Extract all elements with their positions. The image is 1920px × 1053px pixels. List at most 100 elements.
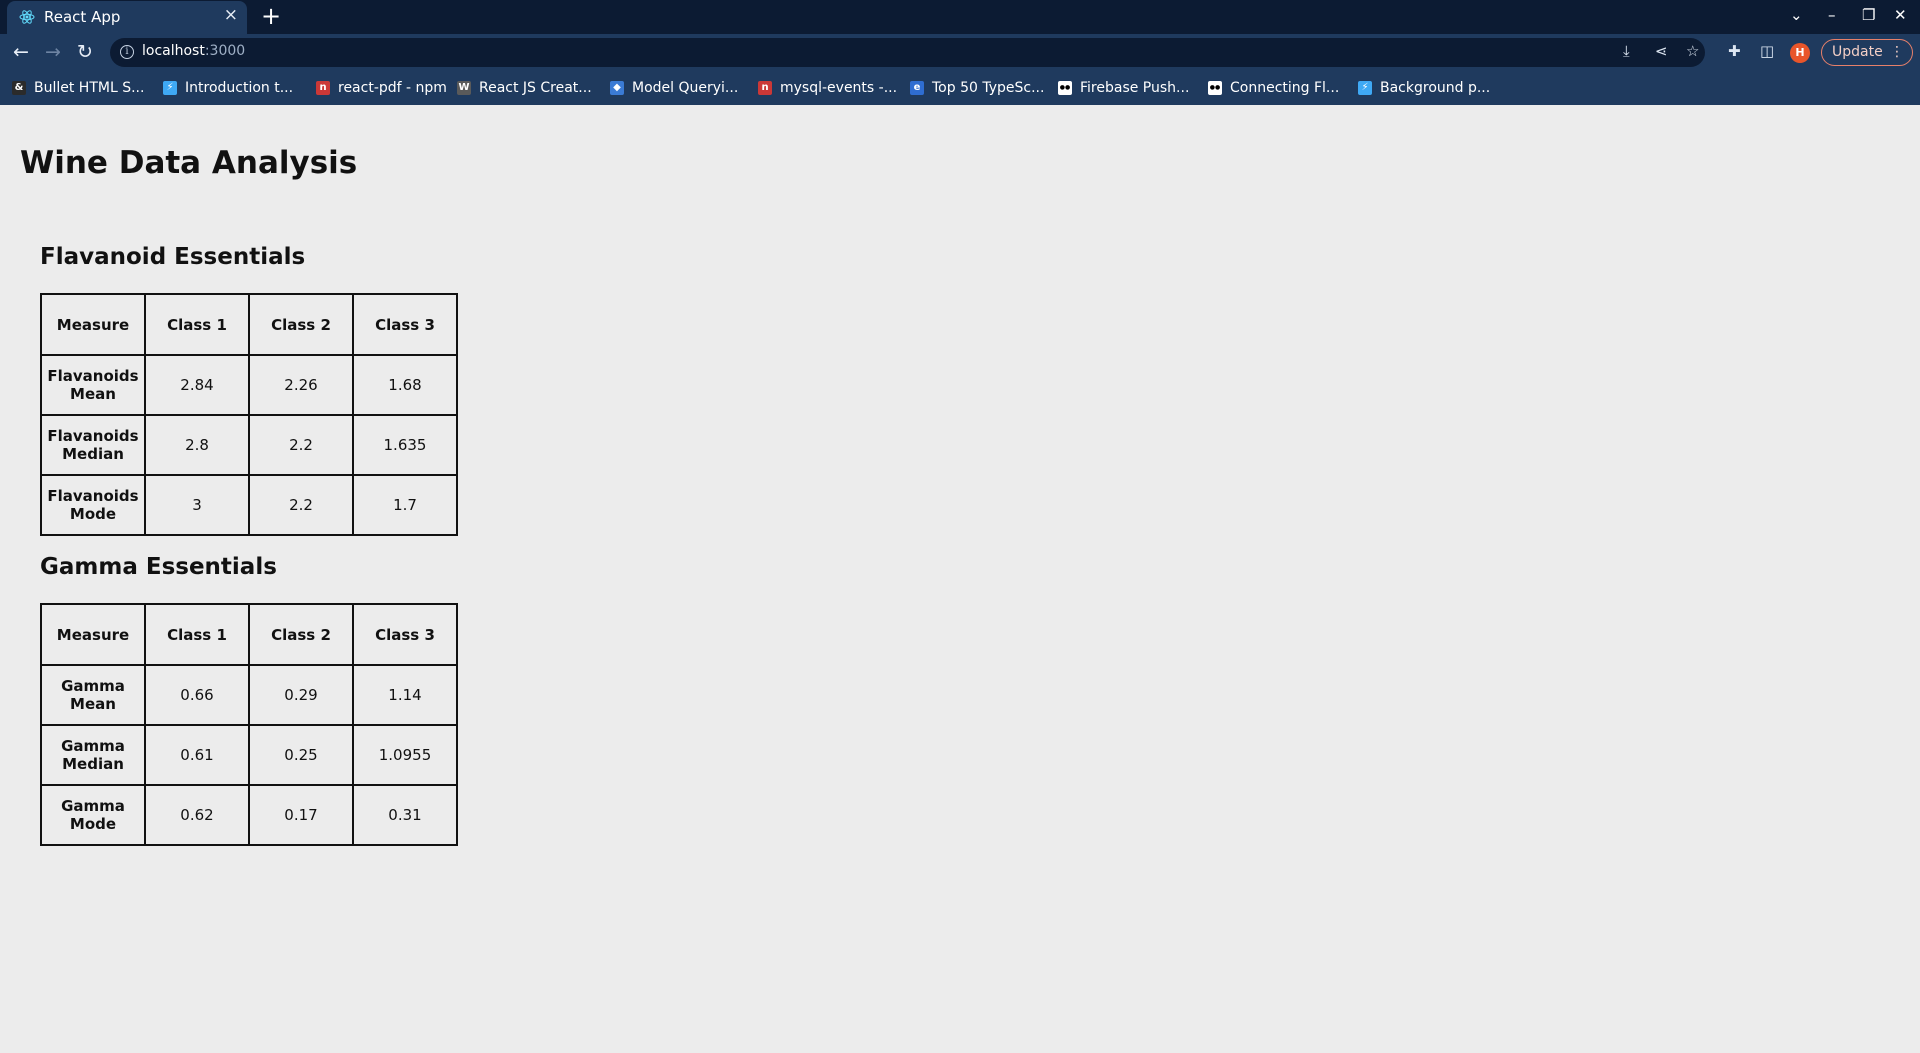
minimize-icon[interactable]: – [1828,6,1836,24]
table-row: Gamma Mode 0.62 0.17 0.31 [40,784,458,846]
medium-icon: ●● [1058,81,1072,95]
kebab-menu-icon[interactable]: ⋮ [1890,40,1904,65]
value-cell: 1.635 [352,414,458,476]
column-header: Measure [40,603,146,666]
measure-cell: Flavanoids Mode [40,474,146,536]
column-header: Class 3 [352,603,458,666]
update-label: Update [1832,44,1883,60]
site-info-icon[interactable]: i [120,45,134,59]
bookmark-label: Firebase Push... [1080,80,1190,96]
value-cell: 2.84 [144,354,250,416]
value-cell: 2.2 [248,414,354,476]
tab-search-chevron-icon[interactable]: ⌄ [1790,6,1803,24]
column-header: Class 3 [352,293,458,356]
generic-icon: & [12,81,26,95]
address-bar[interactable]: i localhost:3000 ⤓ ⋖ ☆ [110,38,1705,67]
page-title: Wine Data Analysis [20,145,358,181]
el-icon: e [910,81,924,95]
update-button[interactable]: Update ⋮ [1821,39,1913,66]
flutter-icon: ⚡ [163,81,177,95]
new-tab-icon[interactable]: + [261,2,281,30]
measure-cell: Gamma Median [40,724,146,786]
value-cell: 0.66 [144,664,250,726]
tab-strip: React App × + ⌄ – ❐ ✕ [0,0,1920,34]
bookmark-item[interactable]: & Bullet HTML S... [12,78,144,98]
bookmark-label: Background p... [1380,80,1491,96]
value-cell: 2.26 [248,354,354,416]
value-cell: 0.61 [144,724,250,786]
measure-cell: Gamma Mean [40,664,146,726]
bookmark-item[interactable]: ⚡ Introduction t... [163,78,293,98]
profile-avatar[interactable]: H [1790,43,1810,63]
flavanoid-table: Measure Class 1 Class 2 Class 3 Flavanoids M… [40,293,458,536]
table-row: Gamma Median 0.61 0.25 1.0955 [40,724,458,786]
url-text[interactable]: localhost:3000 [142,43,245,59]
value-cell: 3 [144,474,250,536]
restore-icon[interactable]: ❐ [1862,6,1875,24]
bookmark-item[interactable]: ●● Firebase Push... [1058,78,1189,98]
bookmark-item[interactable]: n mysql-events -... [758,78,897,98]
bookmark-star-icon[interactable]: ☆ [1686,42,1699,60]
value-cell: 1.68 [352,354,458,416]
column-header: Class 2 [248,293,354,356]
table-row: Gamma Mean 0.66 0.29 1.14 [40,664,458,726]
bookmark-item[interactable]: ●● Connecting Fl... [1208,78,1339,98]
value-cell: 1.14 [352,664,458,726]
value-cell: 2.8 [144,414,250,476]
forward-arrow-icon[interactable]: → [42,41,64,63]
reload-icon[interactable]: ↻ [74,41,96,63]
bookmark-item[interactable]: n react-pdf - npm [316,78,447,98]
bookmarks-bar: & Bullet HTML S... ⚡ Introduction t... n reac… [0,71,1920,105]
bookmark-label: React JS Creat... [479,80,592,96]
bookmark-label: mysql-events -... [780,80,898,96]
page-content: Wine Data Analysis Flavanoid Essentials … [0,105,1920,1053]
value-cell: 0.25 [248,724,354,786]
npm-icon: n [758,81,772,95]
medium-icon: ●● [1208,81,1222,95]
value-cell: 0.29 [248,664,354,726]
bookmark-label: Bullet HTML S... [34,80,145,96]
column-header: Class 1 [144,603,250,666]
gamma-table: Measure Class 1 Class 2 Class 3 Gamma Mean 0.… [40,603,458,846]
table-header-row: Measure Class 1 Class 2 Class 3 [40,603,458,666]
bookmark-item[interactable]: W React JS Creat... [457,78,592,98]
column-header: Measure [40,293,146,356]
flavanoid-section-title: Flavanoid Essentials [40,244,306,270]
extensions-puzzle-icon[interactable]: ✚ [1728,42,1741,60]
bookmark-item[interactable]: e Top 50 TypeSc... [910,78,1044,98]
gamma-section-title: Gamma Essentials [40,554,277,580]
measure-cell: Flavanoids Median [40,414,146,476]
value-cell: 0.31 [352,784,458,846]
bookmark-item[interactable]: ◆ Model Queryi... [610,78,738,98]
bookmark-label: react-pdf - npm [338,80,447,96]
bookmark-label: Top 50 TypeSc... [932,80,1045,96]
wordpress-icon: W [457,81,471,95]
column-header: Class 2 [248,603,354,666]
install-app-icon[interactable]: ⤓ [1623,42,1630,60]
value-cell: 0.17 [248,784,354,846]
value-cell: 1.0955 [352,724,458,786]
close-window-icon[interactable]: ✕ [1894,6,1907,24]
tab-react-app[interactable]: React App × [7,1,247,34]
close-tab-icon[interactable]: × [224,5,238,25]
share-icon[interactable]: ⋖ [1655,42,1668,60]
table-row: Flavanoids Mode 3 2.2 1.7 [40,474,458,536]
value-cell: 1.7 [352,474,458,536]
side-panel-icon[interactable]: ◫ [1760,42,1774,60]
table-row: Flavanoids Mean 2.84 2.26 1.68 [40,354,458,416]
react-logo-icon [19,10,35,24]
value-cell: 2.2 [248,474,354,536]
table-header-row: Measure Class 1 Class 2 Class 3 [40,293,458,356]
measure-cell: Gamma Mode [40,784,146,846]
bookmark-label: Introduction t... [185,80,294,96]
npm-icon: n [316,81,330,95]
value-cell: 0.62 [144,784,250,846]
bookmark-item[interactable]: ⚡ Background p... [1358,78,1490,98]
column-header: Class 1 [144,293,250,356]
sequelize-icon: ◆ [610,81,624,95]
back-arrow-icon[interactable]: ← [10,41,32,63]
bookmark-label: Connecting Fl... [1230,80,1340,96]
measure-cell: Flavanoids Mean [40,354,146,416]
table-row: Flavanoids Median 2.8 2.2 1.635 [40,414,458,476]
bookmark-label: Model Queryi... [632,80,739,96]
